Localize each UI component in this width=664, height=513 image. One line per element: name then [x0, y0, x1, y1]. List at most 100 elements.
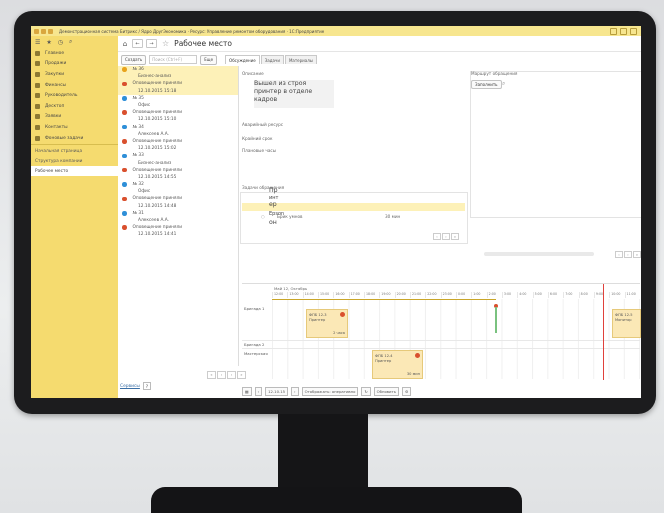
gantt-task-card[interactable]: ФПБ 12-5 Монитор — [612, 309, 641, 338]
favorites-icon[interactable]: ★ — [46, 39, 51, 46]
scroll-end-icon[interactable]: » — [451, 233, 459, 240]
sidebar-item[interactable]: Контакты — [31, 122, 118, 133]
tab[interactable]: Материалы — [284, 55, 317, 64]
sidebar-item[interactable]: Фоновые задачи — [31, 133, 118, 144]
list-item[interactable]: Бизнес-анализ — [118, 73, 238, 81]
scroll-right-icon[interactable]: › — [442, 233, 450, 240]
list-item[interactable]: Бизнес-анализ — [118, 159, 238, 166]
gantt-hour-label: 16:00 — [333, 292, 348, 298]
list-item[interactable]: Оповещение приняли — [118, 109, 238, 116]
status-dot-icon — [122, 96, 127, 101]
date-field[interactable]: 12.10.15 — [265, 386, 289, 396]
more-button[interactable]: Еще — [200, 54, 218, 65]
create-button[interactable]: Создать — [121, 54, 147, 65]
forward-button[interactable]: → — [146, 39, 157, 48]
maximize-icon[interactable] — [620, 28, 627, 35]
prev-day-button[interactable]: ‹ — [254, 386, 263, 396]
services-link[interactable]: Сервисы — [120, 384, 140, 389]
calendar-icon[interactable]: ▦ — [242, 386, 252, 396]
sidebar-item-label: Контакты — [45, 124, 68, 130]
card-duration: 30 мин — [406, 372, 420, 376]
schedule-gantt[interactable]: Май 12, Октябрь 12:00 13:00 14:00 15:00 16:0… — [242, 283, 641, 384]
sidebar-item[interactable]: Финансы — [31, 80, 118, 91]
tasks-table[interactable]: Пр инт ер Epson он ○ Брик умнов 30 мин ‹… — [240, 187, 468, 244]
sidebar-item[interactable]: Закупки — [31, 69, 118, 80]
list-item-text: Оповещение приняли — [132, 138, 183, 144]
list-item[interactable]: Алексеев А.А. — [118, 131, 238, 138]
refresh-button[interactable]: Обновить — [373, 386, 399, 396]
list-item[interactable]: № 35 — [118, 95, 238, 102]
app-logo-icon[interactable] — [34, 28, 39, 34]
sidebar-item[interactable]: Десктоп — [31, 101, 118, 112]
close-icon[interactable] — [630, 28, 637, 35]
list-item[interactable]: Оповещение приняли — [118, 80, 238, 88]
help-button[interactable]: ? — [142, 382, 151, 390]
search-icon[interactable]: ⌕ — [69, 38, 72, 46]
list-item[interactable]: Офис — [118, 188, 238, 195]
list-item[interactable]: 12.10.2015 14:41 — [118, 231, 238, 238]
list-item[interactable]: № 31 — [118, 210, 238, 217]
list-item[interactable]: Оповещение приняли — [118, 195, 238, 202]
refresh-icon[interactable]: ↻ — [361, 386, 371, 396]
minimize-icon[interactable] — [610, 28, 617, 35]
task-checkbox-icon[interactable]: ○ — [261, 214, 265, 219]
list-item[interactable]: № 36 — [118, 66, 238, 74]
list-item-text: Алексеев А.А. — [138, 218, 170, 224]
list-item[interactable]: Офис — [118, 102, 238, 109]
list-item[interactable]: 12.10.2015 15:02 — [118, 145, 238, 152]
menu-icon[interactable] — [41, 28, 46, 34]
sidebar-link[interactable]: Рабочее место — [31, 166, 118, 177]
deadline-label: Крайний срок — [242, 136, 273, 141]
tab[interactable]: Задачи — [260, 55, 284, 64]
list-item[interactable]: Оповещение приняли — [118, 138, 238, 145]
list-item[interactable]: Оповещение приняли — [118, 224, 238, 231]
scroll-left-icon[interactable]: ‹ — [615, 251, 623, 258]
gantt-hour-label: 7:00 — [563, 292, 578, 298]
search-icon[interactable]: ⌕ — [502, 80, 505, 88]
sidebar-item[interactable]: Заявки — [31, 112, 118, 123]
display-mode-select[interactable]: Отображать: оперативно — [301, 386, 359, 396]
next-day-button[interactable]: › — [291, 386, 299, 396]
list-item[interactable]: № 33 — [118, 152, 238, 159]
gantt-hour-label: 5:00 — [532, 292, 548, 298]
gantt-task-card[interactable]: ФПБ 12-4 Принтер 30 мин — [372, 350, 423, 379]
sidebar-link[interactable]: Начальная страница — [31, 146, 118, 156]
list-item[interactable]: Оповещение приняли — [118, 167, 238, 174]
page-title: Рабочее место — [174, 39, 232, 48]
scroll-left-icon[interactable]: ‹ — [433, 233, 441, 240]
list-item[interactable]: 12.10.2015 14:48 — [118, 203, 238, 210]
list-item[interactable]: № 32 — [118, 181, 238, 188]
list-item[interactable]: № 34 — [118, 124, 238, 131]
list-item[interactable]: 12.10.2015 15:18 — [118, 87, 238, 95]
scroll-right-icon[interactable]: › — [624, 251, 632, 258]
prev-page-icon[interactable]: ‹ — [217, 371, 226, 379]
history-icon[interactable] — [48, 28, 53, 34]
tab[interactable]: Обсуждение — [225, 55, 260, 64]
home-button[interactable]: ⌂ — [121, 40, 129, 48]
task-assignee: Брик умнов — [277, 214, 303, 219]
card-subtitle: Принтер — [375, 359, 392, 363]
sidebar-item-label: Продажи — [45, 61, 67, 67]
list-item[interactable]: Алексеев А.А. — [118, 217, 238, 224]
favorite-star-icon[interactable]: ☆ — [162, 39, 169, 48]
sidebar-item[interactable]: Продажи — [31, 59, 118, 70]
sidebar-link[interactable]: Структура компании — [31, 156, 118, 166]
requests-list[interactable]: № 36 Бизнес-анализ Оповещение приняли 12.10… — [118, 66, 239, 366]
gantt-task-card[interactable]: ФПБ 12-3 Принтер 2 часа — [306, 309, 348, 338]
scroll-end-icon[interactable]: » — [633, 251, 641, 258]
first-page-icon[interactable]: « — [207, 371, 216, 379]
history-icon[interactable]: ◷ — [58, 39, 63, 46]
description-field[interactable]: Вышел из строя принтер в отделе кадров — [254, 80, 334, 108]
next-page-icon[interactable]: › — [227, 371, 236, 379]
list-item[interactable]: 12.10.2015 15:10 — [118, 116, 238, 123]
search-input[interactable]: Поиск (Ctrl+F) — [149, 55, 198, 64]
fill-route-button[interactable]: Заполнить — [471, 80, 502, 89]
list-item[interactable]: 12.10.2015 14:55 — [118, 174, 238, 181]
settings-icon[interactable]: ⚙ — [401, 386, 412, 396]
sections-menu-icon[interactable]: ☰ — [35, 39, 40, 46]
sidebar-item[interactable]: Руководитель — [31, 90, 118, 101]
route-scrollbar[interactable] — [484, 252, 594, 256]
list-item-text: Оповещение приняли — [132, 110, 183, 116]
sidebar-item[interactable]: Главное — [31, 48, 118, 59]
back-button[interactable]: ← — [132, 39, 143, 48]
